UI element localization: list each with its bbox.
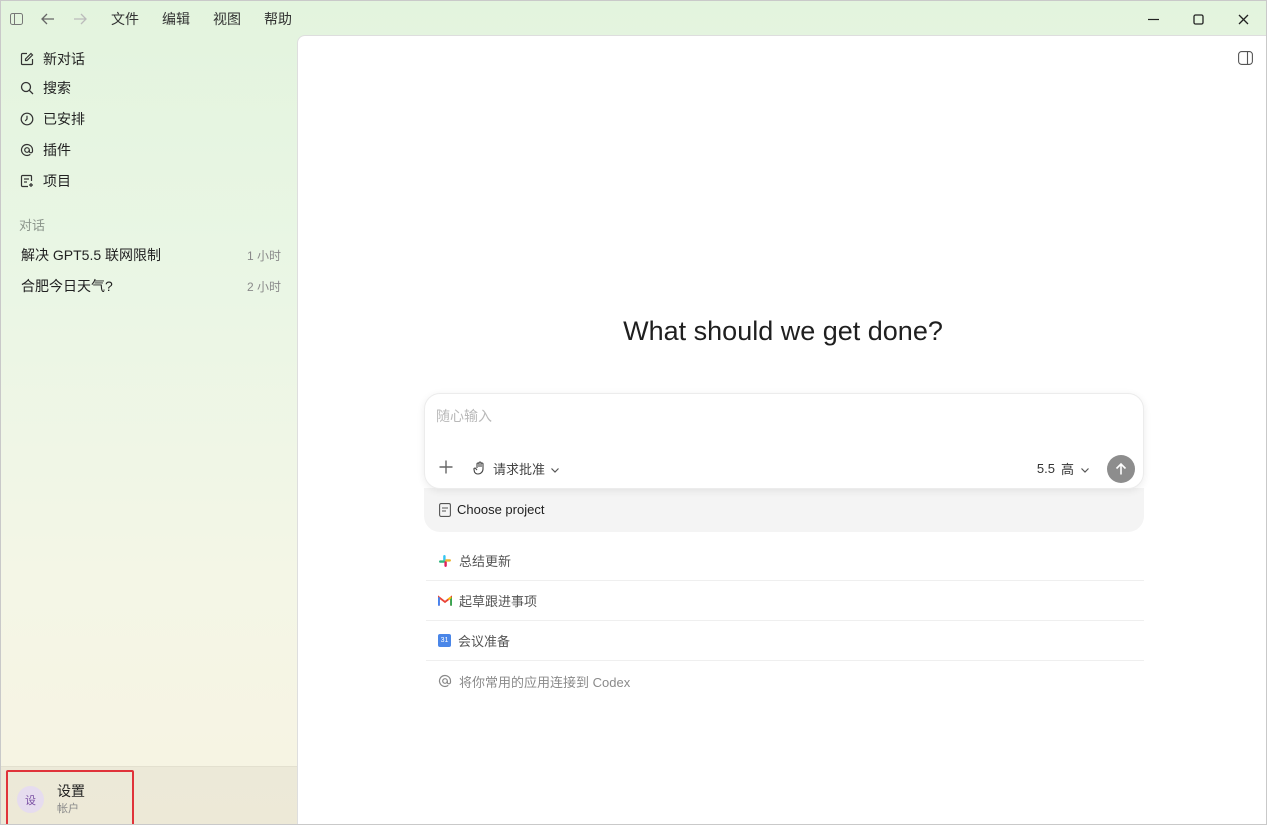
search-icon <box>19 80 35 96</box>
composer: 请求批准 5.5 高 <box>424 393 1144 489</box>
at-icon <box>438 674 452 688</box>
conversation-time: 2 小时 <box>246 279 281 294</box>
menu-bar: 文件 编辑 视图 帮助 <box>111 9 315 29</box>
gmail-icon <box>438 594 452 608</box>
edit-icon <box>19 51 35 67</box>
conversation-title: 解决 GPT5.5 联网限制 <box>21 247 162 263</box>
sidebar-item-label: 项目 <box>43 173 71 189</box>
chevron-down-icon <box>1080 463 1090 473</box>
title-bar: 文件 编辑 视图 帮助 <box>1 1 1266 37</box>
conversation-title: 合肥今日天气? <box>21 278 113 294</box>
account-name[interactable]: 设置 <box>57 781 85 801</box>
model-effort: 高 <box>1060 461 1074 477</box>
sidebar-item-label: 新对话 <box>43 51 85 67</box>
minimize-button[interactable] <box>1131 1 1176 37</box>
sidebar-toggle-icon[interactable] <box>3 1 29 37</box>
forward-arrow-icon[interactable] <box>67 1 93 37</box>
approval-mode-dropdown[interactable]: 请求批准 <box>473 459 560 477</box>
menu-view[interactable]: 视图 <box>213 9 241 29</box>
conversations-section-label: 对话 <box>19 218 46 233</box>
panel-toggle-icon[interactable] <box>1238 51 1253 65</box>
sidebar-item-label: 插件 <box>43 142 71 158</box>
model-selector[interactable]: 5.5 高 <box>1037 459 1090 477</box>
suggestion-item[interactable]: 将你常用的应用连接到 Codex <box>426 661 1144 701</box>
sidebar-item-plugins[interactable]: 插件 <box>19 138 71 162</box>
close-button[interactable] <box>1221 1 1266 37</box>
prompt-input[interactable] <box>436 408 1036 424</box>
suggestion-label: 总结更新 <box>459 554 512 569</box>
sidebar-item-projects[interactable]: 项目 <box>19 169 71 193</box>
suggestion-item[interactable]: 31 会议准备 <box>426 621 1144 661</box>
sidebar-item-new-chat[interactable]: 新对话 <box>19 47 85 71</box>
conversation-item[interactable]: 解决 GPT5.5 联网限制 1 小时 <box>21 244 281 266</box>
app-window: 文件 编辑 视图 帮助 新对话 搜索 已安排 插件 项目 对话 解决 GPT5.… <box>0 0 1267 825</box>
calendar-icon: 31 <box>438 634 451 647</box>
window-controls <box>1131 1 1266 37</box>
menu-file[interactable]: 文件 <box>111 9 139 29</box>
sidebar: 新对话 搜索 已安排 插件 项目 对话 解决 GPT5.5 联网限制 1 小时 … <box>1 37 297 824</box>
conversation-item[interactable]: 合肥今日天气? 2 小时 <box>21 275 281 297</box>
approval-label: 请求批准 <box>493 461 546 477</box>
main-panel: What should we get done? Choose project … <box>297 35 1266 824</box>
back-arrow-icon[interactable] <box>35 1 61 37</box>
sidebar-item-label: 已安排 <box>43 111 85 127</box>
choose-project-button[interactable]: Choose project <box>424 488 1144 532</box>
menu-edit[interactable]: 编辑 <box>162 9 190 29</box>
suggestion-label: 起草跟进事项 <box>459 594 538 609</box>
send-button[interactable] <box>1107 455 1135 483</box>
suggestion-label: 将你常用的应用连接到 Codex <box>459 674 631 690</box>
sidebar-item-label: 搜索 <box>43 80 71 96</box>
slack-icon <box>438 554 452 568</box>
suggestion-item[interactable]: 起草跟进事项 <box>426 581 1144 621</box>
chevron-down-icon <box>550 463 560 473</box>
hand-icon <box>473 461 487 475</box>
sidebar-item-search[interactable]: 搜索 <box>19 76 71 100</box>
choose-project-label: Choose project <box>457 502 545 517</box>
menu-help[interactable]: 帮助 <box>264 9 292 29</box>
project-icon <box>19 173 35 189</box>
account-subtitle: 帐户 <box>57 803 79 815</box>
clock-icon <box>19 111 35 127</box>
document-icon <box>439 503 451 517</box>
avatar[interactable]: 设 <box>17 786 44 813</box>
arrow-up-icon <box>1115 462 1127 475</box>
suggestion-item[interactable]: 总结更新 <box>426 541 1144 581</box>
add-attachment-button[interactable] <box>438 459 454 475</box>
model-version: 5.5 <box>1036 460 1055 476</box>
calendar-icon-text: 31 <box>440 637 449 644</box>
account-bar: 设 设置 帐户 <box>1 766 297 824</box>
conversation-time: 1 小时 <box>246 248 281 263</box>
page-title: What should we get done? <box>623 316 943 346</box>
sidebar-item-scheduled[interactable]: 已安排 <box>19 107 85 131</box>
at-icon <box>19 142 35 158</box>
maximize-button[interactable] <box>1176 1 1221 37</box>
suggestion-label: 会议准备 <box>458 634 511 649</box>
